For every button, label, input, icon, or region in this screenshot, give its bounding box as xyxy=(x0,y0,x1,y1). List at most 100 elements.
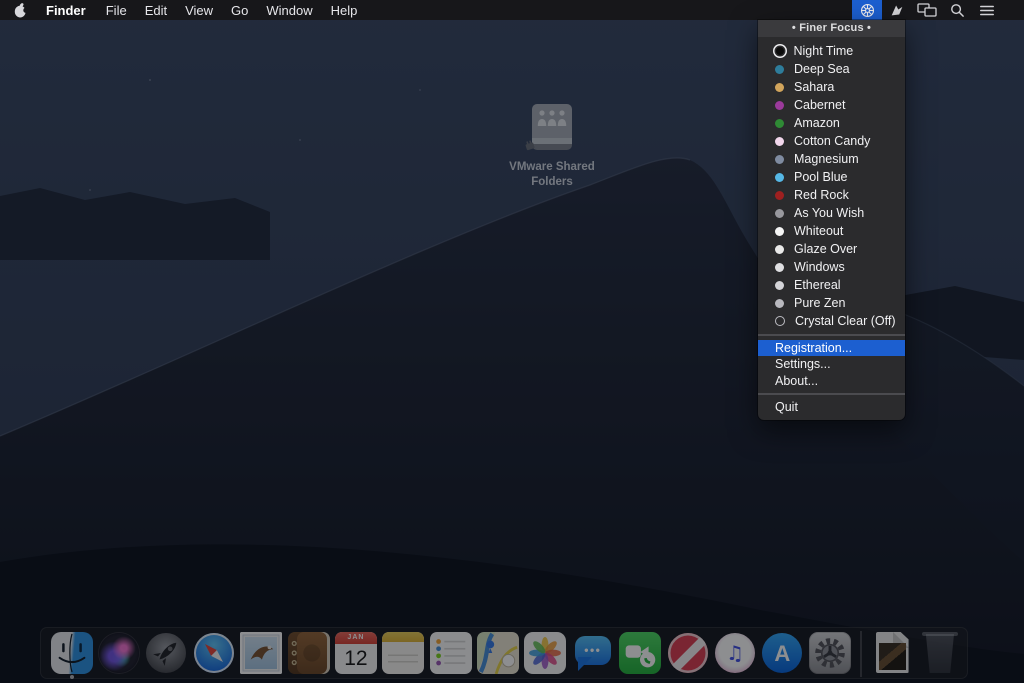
theme-label: Crystal Clear (Off) xyxy=(795,314,895,328)
finer-focus-gear-icon xyxy=(859,2,876,19)
menu-item-registration[interactable]: Registration... xyxy=(758,340,905,357)
theme-item-cabernet[interactable]: Cabernet xyxy=(758,96,905,114)
shared-drive-icon xyxy=(523,102,581,156)
dock-app-siri[interactable] xyxy=(97,631,141,675)
displays-icon xyxy=(917,2,937,18)
menu-view[interactable]: View xyxy=(176,0,222,20)
theme-item-amazon[interactable]: Amazon xyxy=(758,114,905,132)
desktop-screen: VMware Shared Folders JAN12 ••• ♫A xyxy=(0,0,1024,683)
theme-label: Windows xyxy=(794,260,845,274)
theme-label: Red Rock xyxy=(794,188,849,202)
theme-color-dot xyxy=(775,191,784,200)
theme-color-dot xyxy=(775,101,784,110)
theme-item-cotton-candy[interactable]: Cotton Candy xyxy=(758,132,905,150)
menu-item-about[interactable]: About... xyxy=(758,373,905,390)
menu-title: • Finer Focus • xyxy=(758,20,905,37)
dock-app-contacts[interactable] xyxy=(287,631,331,675)
status-icon-area xyxy=(852,0,1024,20)
theme-label: Amazon xyxy=(794,116,840,130)
theme-color-dot xyxy=(775,281,784,290)
theme-item-magnesium[interactable]: Magnesium xyxy=(758,150,905,168)
menu-window[interactable]: Window xyxy=(257,0,321,20)
menu-finder[interactable]: Finder xyxy=(35,0,97,20)
theme-label: Pool Blue xyxy=(794,170,848,184)
volume-label: VMware Shared Folders xyxy=(503,160,601,190)
theme-item-glaze-over[interactable]: Glaze Over xyxy=(758,240,905,258)
dock-app-maps[interactable] xyxy=(476,631,520,675)
theme-color-dot xyxy=(775,119,784,128)
theme-color-dot xyxy=(775,245,784,254)
dock-app-trash[interactable] xyxy=(918,631,962,675)
dock-app-notes[interactable] xyxy=(381,631,425,675)
desktop-volume-vmware-shared-folders[interactable]: VMware Shared Folders xyxy=(497,102,607,190)
theme-color-dot xyxy=(776,47,784,55)
theme-item-whiteout[interactable]: Whiteout xyxy=(758,222,905,240)
dock-app-news[interactable] xyxy=(666,631,710,675)
theme-color-dot xyxy=(775,299,784,308)
theme-color-dot xyxy=(775,137,784,146)
dock-app-itunes[interactable]: ♫ xyxy=(713,631,757,675)
dock-app-safari[interactable] xyxy=(192,631,236,675)
theme-label: Night Time xyxy=(794,44,854,58)
list-icon xyxy=(979,4,995,17)
dock-app-launchpad[interactable] xyxy=(144,631,188,675)
menu-separator xyxy=(758,393,905,395)
menu-file[interactable]: File xyxy=(97,0,136,20)
apple-logo-icon xyxy=(14,3,27,18)
displays-menu-extra[interactable] xyxy=(912,0,942,20)
theme-label: Cabernet xyxy=(794,98,845,112)
theme-item-night-time[interactable]: Night Time xyxy=(758,42,905,60)
menu-go[interactable]: Go xyxy=(222,0,257,20)
dock-app-reminders[interactable] xyxy=(429,631,473,675)
finer-focus-menu-extra[interactable] xyxy=(852,0,882,20)
theme-color-dot xyxy=(775,83,784,92)
theme-item-crystal-clear-off[interactable]: Crystal Clear (Off) xyxy=(758,312,905,330)
theme-label: As You Wish xyxy=(794,206,864,220)
notification-center-menu-extra[interactable] xyxy=(972,0,1002,20)
dock-app-appstore[interactable]: A xyxy=(760,631,804,675)
theme-label: Pure Zen xyxy=(794,296,845,310)
flag-icon xyxy=(889,2,905,18)
theme-color-dot xyxy=(775,173,784,182)
theme-item-windows[interactable]: Windows xyxy=(758,258,905,276)
theme-label: Ethereal xyxy=(794,278,841,292)
dock-app-calendar[interactable]: JAN12 xyxy=(334,631,378,675)
dock: JAN12 ••• ♫A xyxy=(40,627,968,679)
menu-bar: FinderFileEditViewGoWindowHelp xyxy=(0,0,1024,20)
apple-menu[interactable] xyxy=(0,0,35,20)
theme-item-as-you-wish[interactable]: As You Wish xyxy=(758,204,905,222)
dock-app-facetime[interactable] xyxy=(618,631,662,675)
dock-app-mail[interactable] xyxy=(239,631,283,675)
theme-color-dot xyxy=(775,316,785,326)
theme-color-dot xyxy=(775,263,784,272)
dock-app-photos[interactable] xyxy=(523,631,567,675)
menu-separator xyxy=(758,334,905,336)
theme-color-dot xyxy=(775,227,784,236)
theme-label: Whiteout xyxy=(794,224,843,238)
menu-help[interactable]: Help xyxy=(322,0,367,20)
spotlight-menu-extra[interactable] xyxy=(942,0,972,20)
dock-separator xyxy=(860,631,862,677)
search-icon xyxy=(950,3,965,18)
menu-edit[interactable]: Edit xyxy=(136,0,176,20)
theme-label: Magnesium xyxy=(794,152,859,166)
theme-item-ethereal[interactable]: Ethereal xyxy=(758,276,905,294)
vmware-tools-menu-extra[interactable] xyxy=(882,0,912,20)
menu-item-settings[interactable]: Settings... xyxy=(758,356,905,373)
dock-app-messages[interactable]: ••• xyxy=(571,631,615,675)
calendar-month: JAN xyxy=(335,632,377,644)
theme-item-red-rock[interactable]: Red Rock xyxy=(758,186,905,204)
dock-app-document[interactable] xyxy=(871,631,915,675)
dock-app-finder[interactable] xyxy=(50,631,94,675)
theme-item-deep-sea[interactable]: Deep Sea xyxy=(758,60,905,78)
menu-item-quit[interactable]: Quit xyxy=(758,399,905,416)
dock-app-sysprefs[interactable] xyxy=(808,631,852,675)
theme-item-sahara[interactable]: Sahara xyxy=(758,78,905,96)
theme-label: Cotton Candy xyxy=(794,134,870,148)
theme-label: Glaze Over xyxy=(794,242,857,256)
theme-color-dot xyxy=(775,155,784,164)
theme-item-pool-blue[interactable]: Pool Blue xyxy=(758,168,905,186)
theme-item-pure-zen[interactable]: Pure Zen xyxy=(758,294,905,312)
theme-color-dot xyxy=(775,65,784,74)
theme-label: Deep Sea xyxy=(794,62,850,76)
